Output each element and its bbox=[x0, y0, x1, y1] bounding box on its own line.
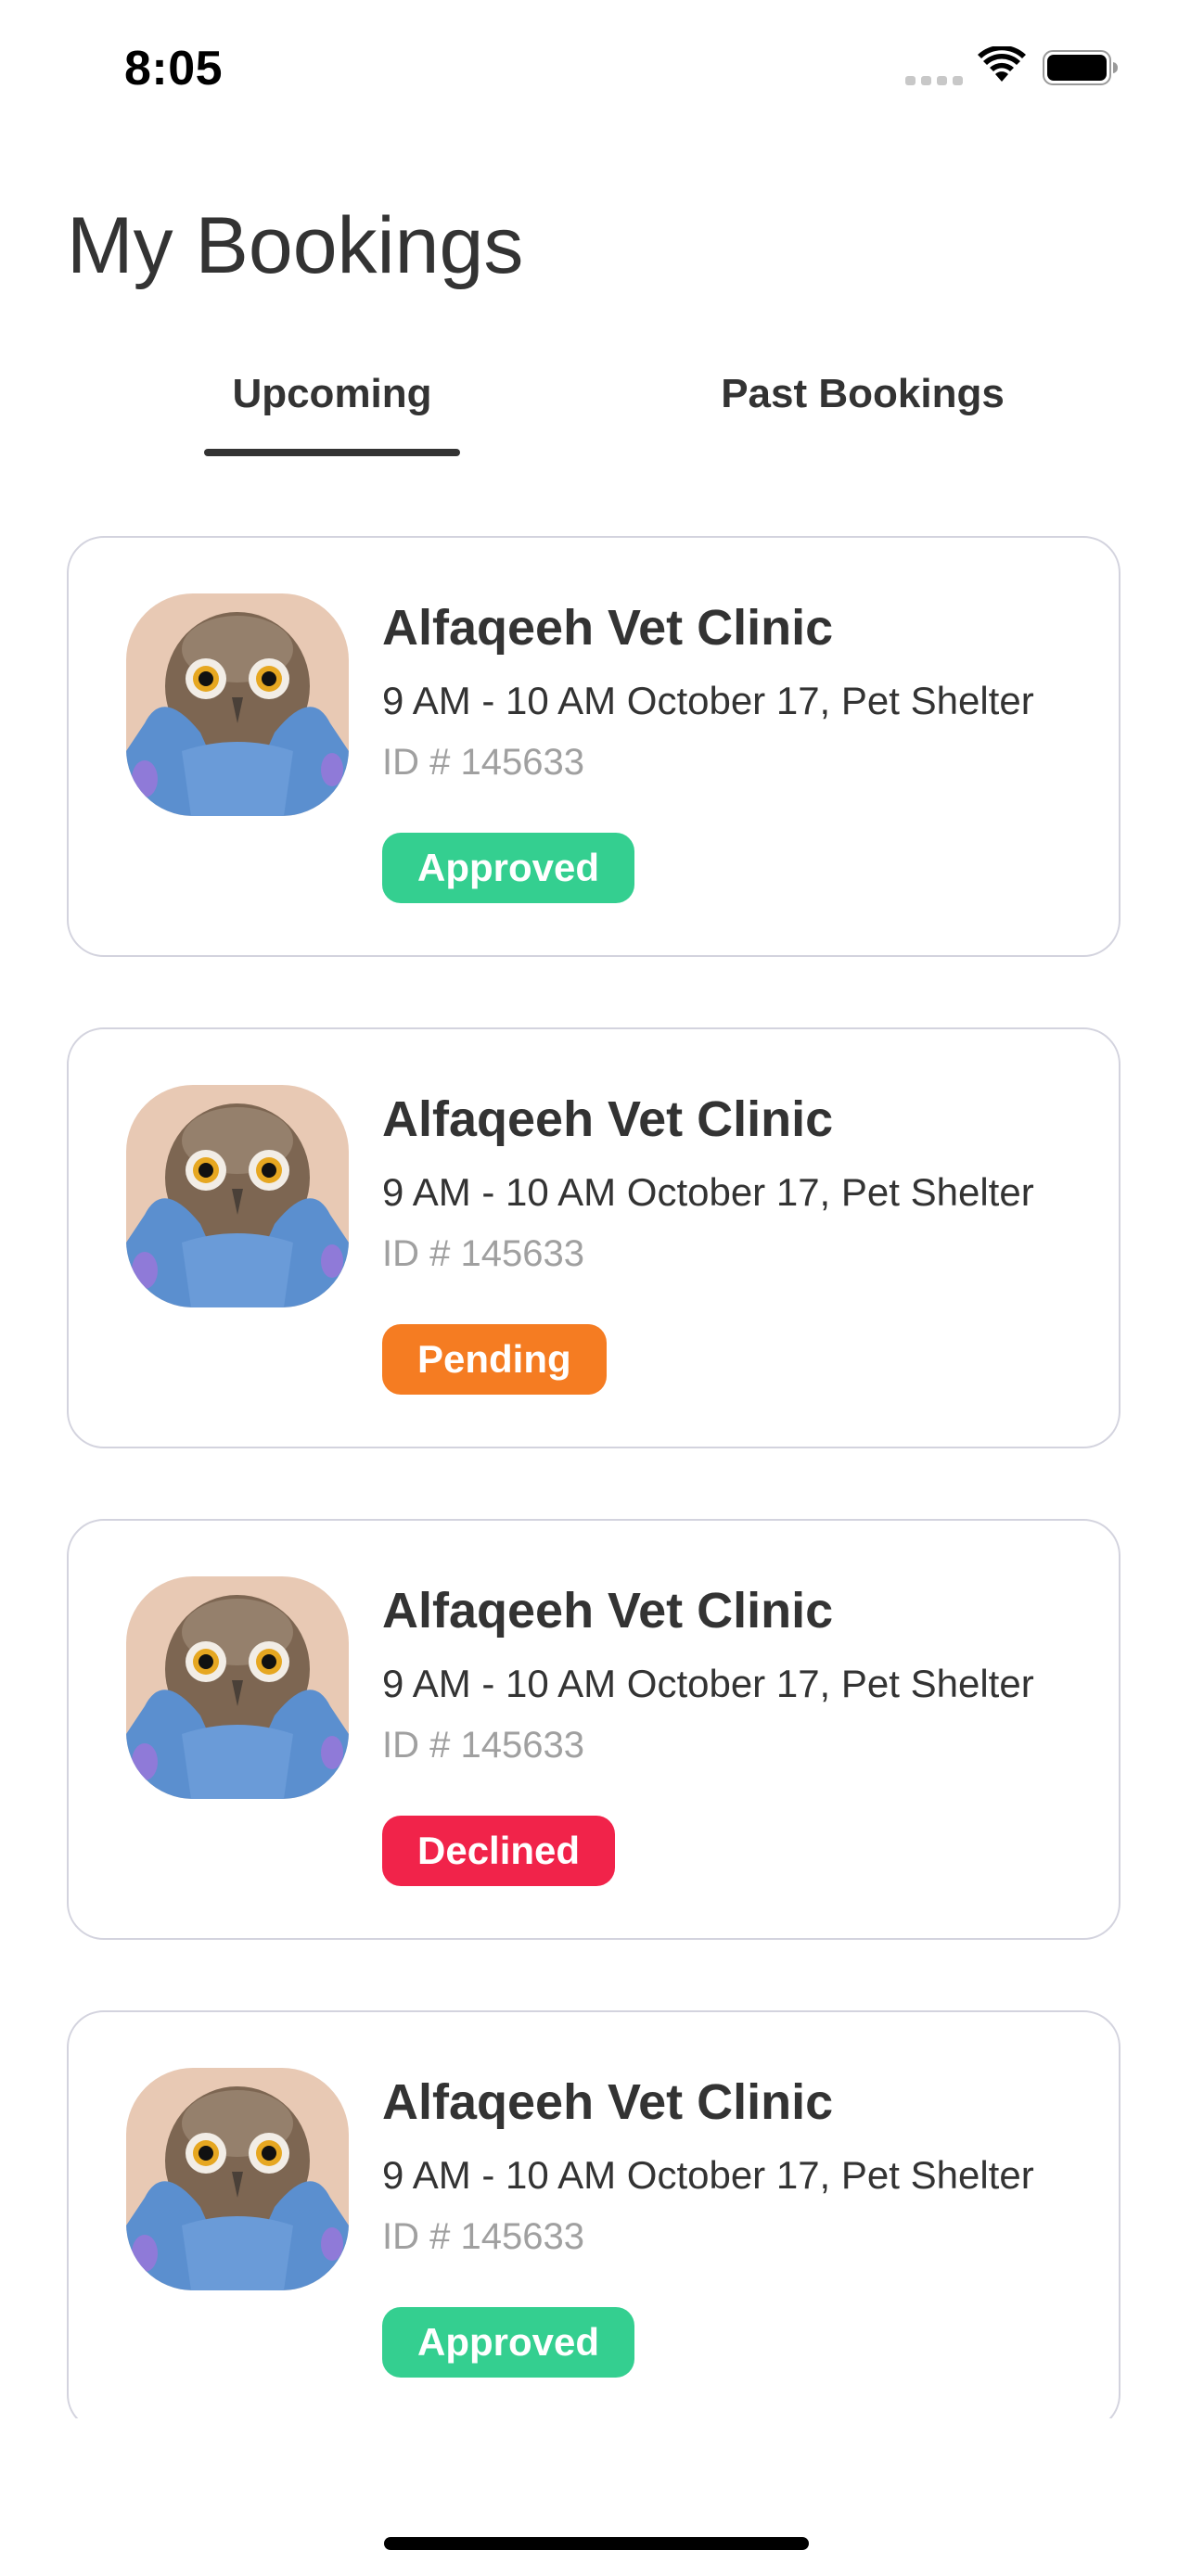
owl-photo bbox=[126, 2068, 349, 2290]
clinic-avatar bbox=[126, 1576, 349, 1799]
clinic-avatar bbox=[126, 593, 349, 816]
tab-upcoming[interactable]: Upcoming bbox=[204, 371, 460, 417]
battery-icon bbox=[1043, 50, 1118, 85]
booking-card[interactable]: Alfaqeeh Vet Clinic 9 AM - 10 AM October… bbox=[67, 1519, 1121, 1940]
wifi-icon bbox=[978, 46, 1026, 82]
booking-id: ID # 145633 bbox=[382, 2216, 584, 2257]
booking-list[interactable]: Alfaqeeh Vet Clinic 9 AM - 10 AM October… bbox=[67, 536, 1124, 2418]
status-time: 8:05 bbox=[124, 42, 224, 96]
clinic-name: Alfaqeeh Vet Clinic bbox=[382, 1091, 834, 1147]
page-title: My Bookings bbox=[67, 201, 524, 290]
clinic-name: Alfaqeeh Vet Clinic bbox=[382, 600, 834, 656]
booking-time: 9 AM - 10 AM October 17, Pet Shelter bbox=[382, 1662, 1034, 1705]
booking-tabs: Upcoming Past Bookings bbox=[0, 371, 1191, 464]
status-badge: Declined bbox=[382, 1816, 616, 1886]
home-indicator[interactable] bbox=[384, 2537, 809, 2550]
active-tab-indicator bbox=[204, 449, 460, 456]
booking-card[interactable]: Alfaqeeh Vet Clinic 9 AM - 10 AM October… bbox=[67, 2010, 1121, 2418]
owl-photo bbox=[126, 1085, 349, 1307]
clinic-avatar bbox=[126, 2068, 349, 2290]
booking-time: 9 AM - 10 AM October 17, Pet Shelter bbox=[382, 679, 1034, 722]
status-bar: 8:05 bbox=[0, 0, 1191, 130]
clinic-avatar bbox=[126, 1085, 349, 1307]
clinic-name: Alfaqeeh Vet Clinic bbox=[382, 1583, 834, 1639]
booking-id: ID # 145633 bbox=[382, 742, 584, 783]
clinic-name: Alfaqeeh Vet Clinic bbox=[382, 2074, 834, 2130]
booking-id: ID # 145633 bbox=[382, 1233, 584, 1274]
booking-card[interactable]: Alfaqeeh Vet Clinic 9 AM - 10 AM October… bbox=[67, 536, 1121, 957]
booking-id: ID # 145633 bbox=[382, 1725, 584, 1766]
status-badge: Approved bbox=[382, 2307, 635, 2378]
owl-photo bbox=[126, 1576, 349, 1799]
status-badge: Approved bbox=[382, 833, 635, 903]
booking-time: 9 AM - 10 AM October 17, Pet Shelter bbox=[382, 2153, 1034, 2197]
cellular-signal-icon bbox=[905, 76, 963, 85]
booking-time: 9 AM - 10 AM October 17, Pet Shelter bbox=[382, 1170, 1034, 1214]
owl-photo bbox=[126, 593, 349, 816]
tab-past-bookings[interactable]: Past Bookings bbox=[686, 371, 1039, 417]
status-badge: Pending bbox=[382, 1324, 607, 1395]
booking-card[interactable]: Alfaqeeh Vet Clinic 9 AM - 10 AM October… bbox=[67, 1027, 1121, 1448]
